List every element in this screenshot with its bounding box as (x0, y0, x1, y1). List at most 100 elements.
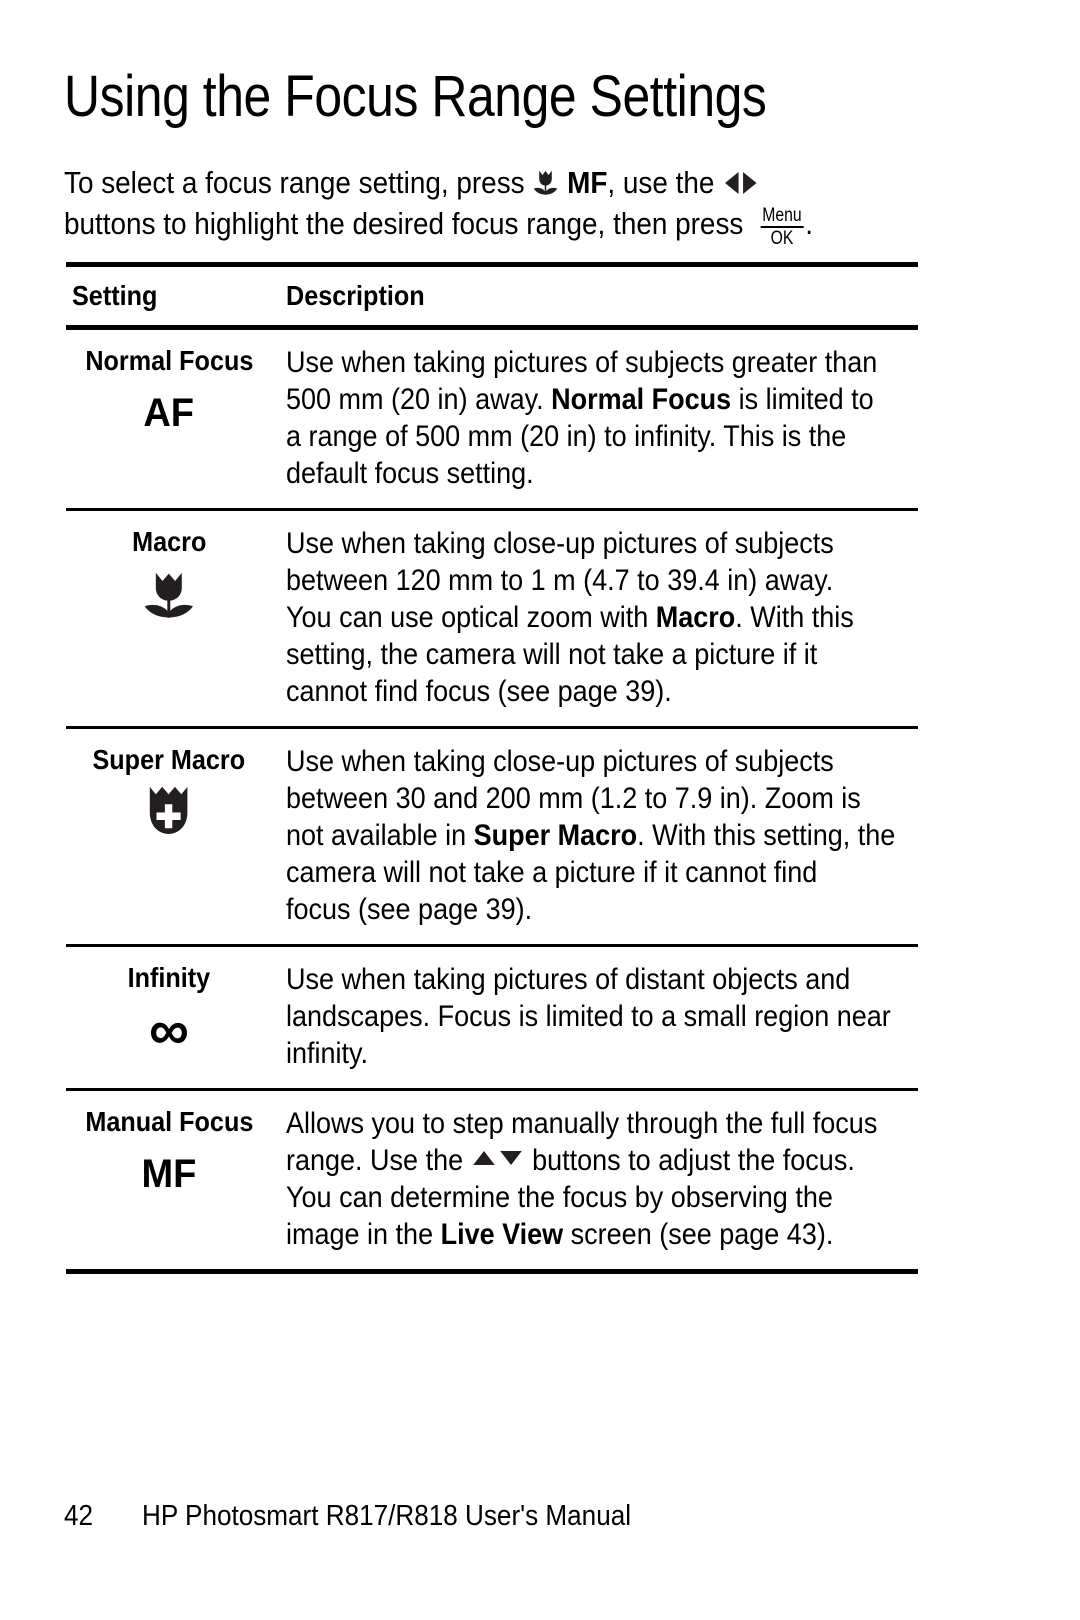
intro-mf-label: MF (567, 165, 608, 200)
table-row: Super Macro Use when taking close-up pict… (66, 729, 918, 944)
body-text: not available in (286, 819, 474, 852)
table-row: Manual Focus MF Allows you to step manuall… (66, 1091, 918, 1269)
setting-icon (66, 565, 272, 623)
body-text: infinity. (286, 1037, 369, 1070)
description-line: cannot find focus (see page 39). (286, 673, 855, 710)
setting-icon: AF (66, 384, 272, 442)
description-line: setting, the camera will not take a pict… (286, 636, 855, 673)
description-line: infinity. (286, 1035, 891, 1072)
description-cell: Allows you to step manually through the … (272, 1091, 943, 1269)
description-line: Allows you to step manually through the … (286, 1105, 877, 1142)
setting-cell: Super Macro (66, 729, 272, 841)
description-line: image in the Live View screen (see page … (286, 1216, 877, 1253)
setting-cell: Manual Focus MF (66, 1091, 272, 1203)
footer-manual-title: HP Photosmart R817/R818 User's Manual (142, 1500, 632, 1532)
description-line: Use when taking close-up pictures of sub… (286, 525, 855, 562)
body-text: between 30 and 200 mm (1.2 to 7.9 in). Z… (286, 782, 861, 815)
document-page: Using the Focus Range Settings To select… (0, 0, 1080, 1620)
description-cell: Use when taking pictures of subjects gre… (272, 330, 943, 508)
setting-name: Normal Focus (84, 345, 254, 376)
body-text: buttons to adjust the focus. (524, 1144, 855, 1177)
setting-cell: Normal Focus AF (66, 330, 272, 442)
setting-cell: Macro (66, 511, 272, 623)
emphasis-text: Super Macro (473, 819, 638, 852)
emphasis-text: Live View (440, 1218, 564, 1251)
body-text: 500 mm (20 in) away. (286, 383, 552, 416)
intro-text-e: . (805, 206, 813, 241)
table-row: Normal Focus AF Use when taking pictures o… (66, 330, 918, 508)
description-line: not available in Super Macro. With this … (286, 817, 895, 854)
macro-tulip-icon (141, 568, 197, 620)
body-text: default focus setting. (286, 457, 534, 490)
body-text: screen (see page 43). (563, 1218, 834, 1251)
menu-ok-button-icon: Menu OK (760, 205, 804, 249)
intro-line-1: To select a focus range setting, press M… (64, 162, 856, 203)
ok-label: OK (770, 228, 794, 249)
table-row: Infinity ∞ Use when taking pictures of dis… (66, 947, 918, 1088)
description-cell: Use when taking close-up pictures of sub… (272, 511, 918, 726)
table-body: Normal Focus AF Use when taking pictures o… (66, 330, 918, 1269)
body-text: . With this setting, the (637, 819, 896, 852)
description-line: between 30 and 200 mm (1.2 to 7.9 in). Z… (286, 780, 895, 817)
description-line: camera will not take a picture if it can… (286, 854, 895, 891)
setting-name: Manual Focus (84, 1106, 254, 1137)
body-text: Use when taking pictures of subjects gre… (286, 346, 878, 379)
body-text: You can determine the focus by observing… (286, 1181, 833, 1214)
body-text: setting, the camera will not take a pict… (286, 638, 818, 671)
footer-page-number: 42 (64, 1500, 94, 1532)
table-header-row: Setting Description (66, 267, 918, 325)
body-text: You can use optical zoom with (286, 601, 656, 634)
setting-icon: ∞ (66, 1001, 272, 1059)
mf-glyph: MF (141, 1152, 197, 1196)
setting-name: Super Macro (92, 744, 246, 775)
setting-name: Macro (131, 526, 207, 557)
description-line: default focus setting. (286, 455, 877, 492)
infinity-glyph: ∞ (149, 998, 189, 1061)
table-bottom-rule (66, 1269, 918, 1274)
header-setting-label: Setting (72, 280, 158, 311)
page-footer: 42 HP Photosmart R817/R818 User's Manual (64, 1498, 685, 1534)
description-line: focus (see page 39). (286, 891, 895, 928)
description-cell: Use when taking pictures of distant obje… (272, 947, 958, 1088)
intro-text-c: , use the (607, 165, 715, 200)
body-text: is limited to (731, 383, 874, 416)
intro-text-a: To select a focus range setting, press (64, 165, 525, 200)
focus-range-table: Setting Description Normal Focus AF Use wh… (66, 262, 918, 1274)
super-macro-tulip-plus-icon (142, 784, 195, 840)
body-text: Use when taking pictures of distant obje… (286, 963, 851, 996)
setting-icon (66, 783, 272, 841)
description-line: Use when taking pictures of subjects gre… (286, 344, 877, 381)
page-title: Using the Focus Range Settings (64, 64, 767, 129)
emphasis-text: Macro (655, 601, 736, 634)
left-right-arrows-icon (722, 169, 760, 197)
body-text: . With this (735, 601, 854, 634)
description-line: Use when taking pictures of distant obje… (286, 961, 891, 998)
body-text: between 120 mm to 1 m (4.7 to 39.4 in) a… (286, 564, 834, 597)
description-line: Use when taking close-up pictures of sub… (286, 743, 895, 780)
description-line: between 120 mm to 1 m (4.7 to 39.4 in) a… (286, 562, 855, 599)
intro-line-2: buttons to highlight the desired focus r… (64, 203, 856, 248)
body-text: landscapes. Focus is limited to a small … (286, 1000, 891, 1033)
emphasis-text: Normal Focus (551, 383, 732, 416)
intro-paragraph: To select a focus range setting, press M… (64, 162, 944, 248)
body-text: range. Use the (286, 1144, 471, 1177)
body-text: Use when taking close-up pictures of sub… (286, 745, 834, 778)
macro-tulip-icon (532, 168, 559, 196)
menu-label: Menu (760, 205, 804, 228)
header-description-label: Description (286, 280, 425, 311)
description-line: You can use optical zoom with Macro. Wit… (286, 599, 855, 636)
description-line: a range of 500 mm (20 in) to infinity. T… (286, 418, 877, 455)
description-cell: Use when taking close-up pictures of sub… (272, 729, 963, 944)
body-text: cannot find focus (see page 39). (286, 675, 672, 708)
table-row: Macro Use when taking close-up pictures o… (66, 511, 918, 726)
setting-icon: MF (66, 1145, 272, 1203)
body-text: image in the (286, 1218, 441, 1251)
header-cell-description: Description (272, 267, 918, 325)
description-line: You can determine the focus by observing… (286, 1179, 877, 1216)
body-text: focus (see page 39). (286, 893, 533, 926)
body-text: a range of 500 mm (20 in) to infinity. T… (286, 420, 847, 453)
up-down-arrows-icon (471, 1146, 525, 1172)
header-cell-setting: Setting (66, 267, 272, 325)
description-line: range. Use the buttons to adjust the foc… (286, 1142, 877, 1179)
description-line: 500 mm (20 in) away. Normal Focus is lim… (286, 381, 877, 418)
